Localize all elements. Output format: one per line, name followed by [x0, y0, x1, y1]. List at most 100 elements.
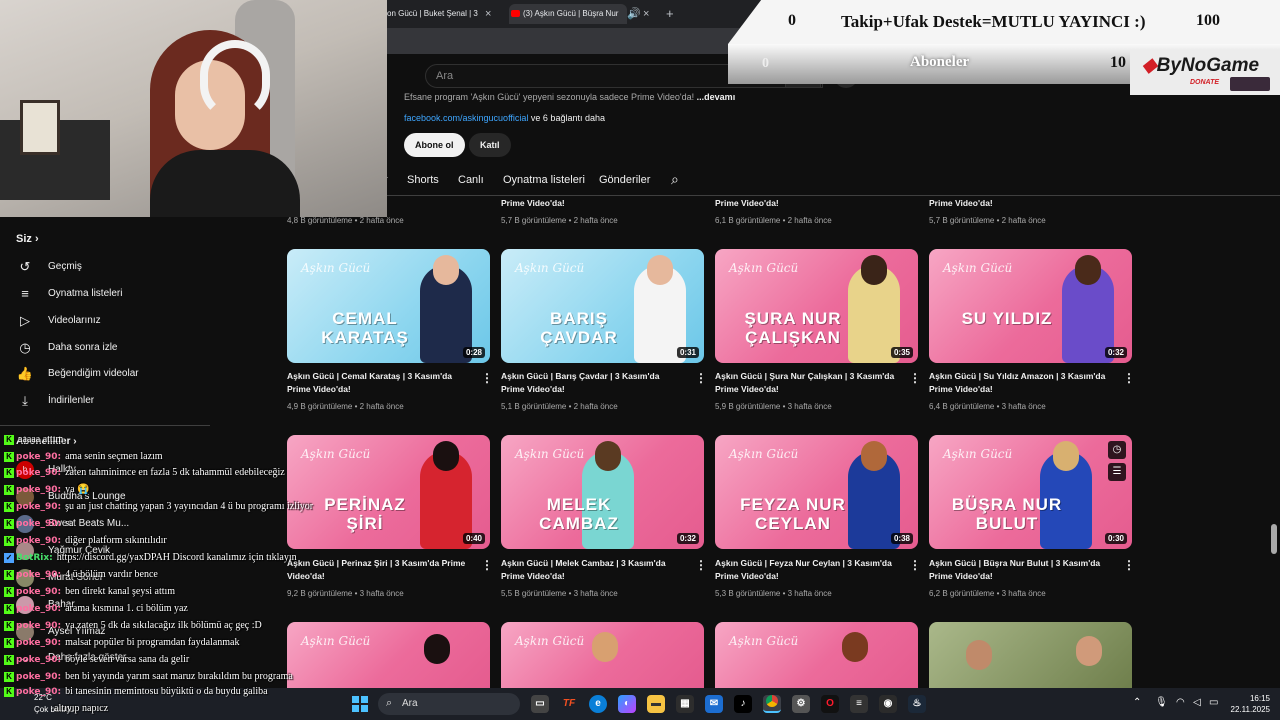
app-icon[interactable]: ≡	[850, 695, 868, 713]
sidebar-you-heading[interactable]: Siz ›	[16, 233, 39, 245]
show-logo: Aşkın Gücü	[729, 447, 799, 461]
video-meta: 5,9 B görüntüleme • 3 hafta önce	[715, 402, 832, 411]
more-links[interactable]: ve 6 bağlantı daha	[531, 113, 605, 123]
chat-text: ben direkt kanal şeysi attım	[65, 586, 176, 597]
video-title[interactable]: Aşkın Gücü | Büşra Nur Bulut | 3 Kasım'd…	[929, 557, 1109, 583]
chat-username: poke_90:	[16, 502, 62, 512]
opera-icon[interactable]: O	[821, 695, 839, 713]
donate-label: DONATE	[1190, 79, 1220, 86]
more-options-icon[interactable]: ⋮	[909, 558, 921, 572]
battery-icon[interactable]: ▭	[1209, 697, 1218, 708]
subscribe-button[interactable]: Abone ol	[404, 133, 465, 157]
chat-message: Kpoke_90: ya 😭	[4, 484, 90, 500]
video-title[interactable]: Aşkın Gücü | Barış Çavdar | 3 Kasım'da P…	[501, 370, 681, 396]
add-to-queue-icon[interactable]: ☰	[1108, 463, 1126, 481]
your-videos-icon: ▷	[20, 313, 30, 328]
video-thumbnail[interactable]: Aşkın Gücü SU YILDIZ 0:32	[929, 249, 1132, 363]
video-title[interactable]: Aşkın Gücü | Cemal Karataş | 3 Kasım'da …	[287, 370, 467, 396]
mail-icon[interactable]: ✉	[705, 695, 723, 713]
sidebar-item-watch-later[interactable]: ◷ Daha sonra izle	[16, 339, 206, 361]
sidebar-item-label: Beğendiğim videolar	[48, 368, 139, 379]
sub-goal-text: Aboneler	[910, 54, 970, 70]
windows-start-icon[interactable]	[352, 696, 368, 712]
facebook-link[interactable]: facebook.com/askingucuofficial	[404, 113, 528, 123]
taskbar-search[interactable]: ⌕ Ara	[378, 693, 520, 715]
description-text: Efsane program 'Aşkın Gücü' yepyeni sezo…	[404, 92, 695, 102]
search-icon[interactable]: ⌕	[671, 171, 679, 188]
video-thumbnail[interactable]: Aşkın Gücü PERİNAZ ŞİRİ 0:40	[287, 435, 490, 549]
more-options-icon[interactable]: ⋮	[695, 371, 707, 385]
video-thumbnail[interactable]: Aşkın Gücü	[715, 622, 918, 688]
task-view-icon[interactable]: ▭	[531, 695, 549, 713]
tab-live[interactable]: Canlı	[458, 174, 484, 186]
volume-icon[interactable]: ◁	[1193, 697, 1201, 708]
more-options-icon[interactable]: ⋮	[1123, 371, 1135, 385]
kick-badge-icon: K	[4, 467, 14, 478]
store-icon[interactable]: ▦	[676, 695, 694, 713]
tf-app-icon[interactable]: TF	[560, 695, 578, 713]
video-thumbnail[interactable]: Aşkın Gücü	[501, 622, 704, 688]
close-tab-icon[interactable]: ×	[485, 4, 491, 24]
sidebar-item-playlists[interactable]: ≡ Oynatma listeleri	[16, 285, 206, 307]
chevron-up-icon[interactable]: ⌃	[1133, 697, 1141, 708]
video-title[interactable]: Aşkın Gücü | Feyza Nur Ceylan | 3 Kasım'…	[715, 557, 895, 583]
video-title[interactable]: Prime Video'da!	[501, 197, 681, 210]
chat-text: ya zaten 5 dk da sıkılacağız ilk bölümü …	[65, 620, 262, 631]
video-thumbnail[interactable]: Aşkın Gücü BÜŞRA NUR BULUT ◷ ☰ 0:30	[929, 435, 1132, 549]
show-logo: Aşkın Gücü	[515, 447, 585, 461]
steam-icon[interactable]: ♨	[908, 695, 926, 713]
video-thumbnail[interactable]: Aşkın Gücü CEMAL KARATAŞ 0:28	[287, 249, 490, 363]
video-thumbnail[interactable]: Aşkın Gücü ŞURA NUR ÇALIŞKAN 0:35	[715, 249, 918, 363]
taskbar-clock[interactable]: 16:15 22.11.2025	[1226, 693, 1270, 715]
video-meta: 5,1 B görüntüleme • 2 hafta önce	[501, 402, 618, 411]
microphone-icon[interactable]: 🎙	[1155, 697, 1168, 708]
new-tab-button[interactable]: +	[666, 4, 674, 24]
video-meta: 5,7 B görüntüleme • 2 hafta önce	[929, 216, 1046, 225]
copilot-icon[interactable]: ◐	[618, 695, 636, 713]
sidebar-item-downloads[interactable]: ⤓ İndirilenler	[16, 392, 206, 414]
person-head	[1075, 255, 1101, 285]
tiktok-icon[interactable]: ♪	[734, 695, 752, 713]
join-button[interactable]: Katıl	[469, 133, 511, 157]
watch-later-icon[interactable]: ◷	[1108, 441, 1126, 459]
video-title[interactable]: Prime Video'da!	[929, 197, 1109, 210]
sidebar-item-liked[interactable]: 👍 Beğendiğim videolar	[16, 365, 206, 387]
chat-text: zaten tahminimce en fazla 5 dk tahammül …	[65, 467, 285, 478]
kick-badge-icon: K	[4, 518, 14, 529]
description-more-link[interactable]: ...devamı	[697, 92, 736, 102]
chat-text: https://discord.gg/yaxDPAH Discord kanal…	[56, 552, 297, 563]
tab-shorts[interactable]: Shorts	[407, 174, 439, 186]
close-tab-icon[interactable]: ×	[643, 4, 649, 24]
video-thumbnail[interactable]: Aşkın Gücü FEYZA NUR CEYLAN 0:38	[715, 435, 918, 549]
video-title[interactable]: Aşkın Gücü | Melek Cambaz | 3 Kasım'da P…	[501, 557, 681, 583]
browser-tab-active[interactable]: (3) Aşkın Gücü | Büşra Nur	[509, 4, 627, 24]
edge-icon[interactable]: e	[589, 695, 607, 713]
video-thumbnail[interactable]	[929, 622, 1132, 688]
video-thumbnail[interactable]: Aşkın Gücü BARIŞ ÇAVDAR 0:31	[501, 249, 704, 363]
wifi-icon[interactable]: ◠	[1176, 697, 1185, 708]
video-thumbnail[interactable]: Aşkın Gücü	[287, 622, 490, 688]
video-title[interactable]: Aşkın Gücü | Su Yıldız Amazon | 3 Kasım'…	[929, 370, 1109, 396]
tab-playlists[interactable]: Oynatma listeleri	[503, 174, 585, 186]
more-options-icon[interactable]: ⋮	[1123, 558, 1135, 572]
kick-badge-icon: K	[4, 620, 14, 631]
more-options-icon[interactable]: ⋮	[695, 558, 707, 572]
more-options-icon[interactable]: ⋮	[481, 371, 493, 385]
video-thumbnail[interactable]: Aşkın Gücü MELEK CAMBAZ 0:32	[501, 435, 704, 549]
tab-posts[interactable]: Gönderiler	[599, 174, 650, 186]
more-options-icon[interactable]: ⋮	[481, 558, 493, 572]
sidebar-item-your-videos[interactable]: ▷ Videolarınız	[16, 312, 206, 334]
browser-tab[interactable]: on Gücü | Buket Şenal | 3	[387, 4, 483, 24]
page-scrollbar[interactable]	[1271, 524, 1277, 554]
video-title[interactable]: Aşkın Gücü | Şura Nur Çalışkan | 3 Kasım…	[715, 370, 895, 396]
video-title[interactable]: Aşkın Gücü | Perinaz Şiri | 3 Kasım'da P…	[287, 557, 467, 583]
chrome-icon[interactable]	[763, 695, 781, 713]
tab-audio-icon[interactable]: 🔊	[627, 4, 641, 24]
chat-username: poke_90:	[16, 655, 62, 665]
video-title[interactable]: Prime Video'da!	[715, 197, 895, 210]
obs-icon[interactable]: ◉	[879, 695, 897, 713]
more-options-icon[interactable]: ⋮	[909, 371, 921, 385]
file-explorer-icon[interactable]: ▬	[647, 695, 665, 713]
settings-gear-icon[interactable]: ⚙	[792, 695, 810, 713]
sidebar-item-history[interactable]: ↺ Geçmiş	[16, 258, 206, 280]
